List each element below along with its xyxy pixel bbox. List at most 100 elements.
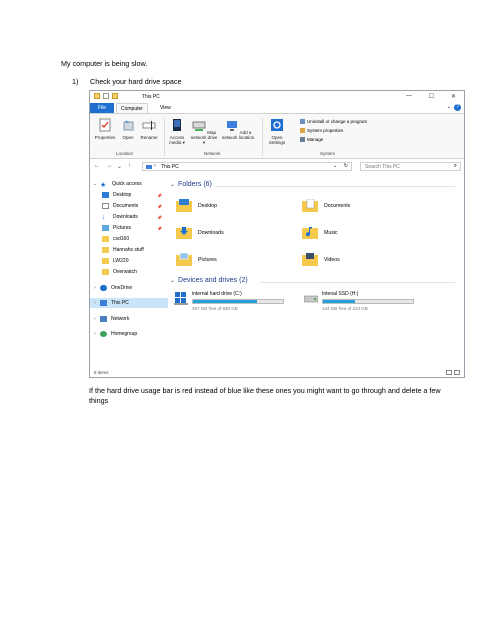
- properties-icon[interactable]: [103, 93, 109, 99]
- pin-icon[interactable]: 📌: [157, 226, 162, 231]
- close-button[interactable]: ✕: [451, 93, 456, 100]
- sidebar-item-homegroup[interactable]: › Homegroup: [90, 329, 168, 339]
- folder-tile-documents[interactable]: Documents: [302, 199, 350, 212]
- sidebar-item-csd160[interactable]: csd160: [90, 234, 168, 244]
- tab-file[interactable]: File: [90, 103, 114, 113]
- folder-tile-downloads[interactable]: Downloads: [176, 226, 224, 239]
- pin-icon[interactable]: 📌: [157, 215, 162, 220]
- gear-icon: [271, 119, 283, 131]
- footer-text: If the hard drive usage bar is red inste…: [89, 386, 441, 405]
- sidebar-item-network[interactable]: › Network: [90, 314, 168, 324]
- computer-icon: [100, 300, 107, 306]
- network-icon: [100, 316, 107, 322]
- desktop-folder-icon: [176, 199, 192, 212]
- chevron-right-icon[interactable]: ›: [90, 316, 100, 322]
- music-folder-icon: [302, 227, 318, 239]
- section-divider: [215, 186, 455, 187]
- sidebar-item-desktop[interactable]: Desktop 📌: [90, 190, 168, 200]
- chevron-right-icon[interactable]: ›: [90, 285, 100, 291]
- folder-tile-pictures[interactable]: Pictures: [176, 253, 217, 266]
- group-label-location: Location: [116, 151, 134, 156]
- sidebar-item-this-pc[interactable]: › This PC: [90, 298, 168, 308]
- chevron-down-icon[interactable]: ⌄: [90, 181, 100, 187]
- documents-folder-icon: [302, 199, 318, 212]
- chevron-down-icon: ⌄: [170, 278, 176, 284]
- intro-text: My computer is being slow.: [61, 59, 148, 68]
- pin-icon[interactable]: 📌: [157, 204, 162, 209]
- forward-arrow-icon[interactable]: →: [106, 163, 112, 169]
- tab-view[interactable]: View: [156, 103, 175, 113]
- drive-free-space: 267 GB free of 930 GB: [192, 306, 238, 311]
- drive-name: internal hard drive (C:): [192, 291, 242, 297]
- new-folder-icon[interactable]: [112, 93, 118, 99]
- uninstall-program-button[interactable]: Uninstall or change a program: [300, 119, 367, 124]
- chevron-down-icon[interactable]: ⌄: [333, 163, 337, 169]
- manage-button[interactable]: Manage: [300, 137, 323, 142]
- drive-tile-c[interactable]: internal hard drive (C:) 267 GB free of …: [174, 291, 284, 311]
- sidebar-item-overwatch[interactable]: Overwatch: [90, 267, 168, 277]
- videos-folder-icon: [302, 253, 318, 266]
- large-icons-view-icon[interactable]: [454, 370, 460, 375]
- pin-icon[interactable]: 📌: [157, 193, 162, 198]
- tab-computer[interactable]: Computer: [116, 103, 148, 113]
- folder-tile-videos[interactable]: Videos: [302, 253, 340, 266]
- pictures-icon: [102, 225, 109, 231]
- title-bar: This PC — ☐ ✕: [90, 91, 464, 103]
- ribbon-divider: [262, 118, 263, 156]
- drive-tile-h[interactable]: Intenal SSD (H:) 144 GB free of 223 GB: [304, 291, 414, 311]
- up-arrow-icon[interactable]: ↑: [128, 163, 131, 169]
- open-settings-button[interactable]: Open Settings: [264, 118, 290, 145]
- windows-drive-icon: [174, 292, 188, 305]
- status-bar-text: 8 items: [94, 370, 109, 375]
- folder-icon: [102, 269, 109, 275]
- drive-name: Intenal SSD (H:): [322, 291, 359, 297]
- maximize-button[interactable]: ☐: [429, 93, 434, 100]
- search-icon: ⌕: [453, 163, 457, 169]
- folder-icon[interactable]: [94, 93, 100, 99]
- rename-icon: [142, 121, 156, 130]
- help-icon[interactable]: ?: [454, 104, 461, 111]
- sidebar-item-hannahs-stuff[interactable]: Hannahs stuff: [90, 245, 168, 255]
- properties-button[interactable]: Properties: [92, 118, 118, 140]
- manage-icon: [300, 137, 305, 142]
- folder-tile-music[interactable]: Music: [302, 226, 338, 239]
- ribbon: Properties Open Rename Location Access m…: [90, 113, 464, 159]
- media-icon: [173, 119, 181, 131]
- drive-usage-bar: [322, 299, 414, 304]
- open-icon: [123, 120, 134, 131]
- system-properties-button[interactable]: System properties: [300, 128, 343, 133]
- address-bar-row: ← → ⌄ ↑ › This PC ⌄ ↻ Search This PC ⌕: [90, 161, 464, 173]
- downloads-folder-icon: [176, 227, 192, 239]
- chevron-down-icon[interactable]: ⌄: [447, 104, 451, 110]
- address-bar[interactable]: › This PC ⌄ ↻: [142, 162, 352, 171]
- details-view-icon[interactable]: [446, 370, 452, 375]
- devices-section-header[interactable]: ⌄ Devices and drives (2): [170, 277, 248, 284]
- minimize-button[interactable]: —: [406, 93, 412, 99]
- rename-button[interactable]: Rename: [138, 118, 160, 140]
- refresh-icon[interactable]: ↻: [344, 163, 348, 169]
- folder-tile-desktop[interactable]: Desktop: [176, 199, 217, 212]
- folders-section-header[interactable]: ⌄ Folders (6): [170, 181, 212, 188]
- sidebar-item-onedrive[interactable]: › OneDrive: [90, 283, 168, 293]
- recent-dropdown-icon[interactable]: ⌄: [117, 163, 122, 170]
- sidebar-item-quick-access[interactable]: ⌄ ★ Quick access: [90, 179, 168, 189]
- chevron-right-icon[interactable]: ›: [90, 300, 100, 306]
- star-icon: ★: [100, 182, 107, 189]
- chevron-right-icon[interactable]: ›: [90, 331, 100, 337]
- section-divider: [260, 282, 455, 283]
- access-media-button[interactable]: Access media ▾: [166, 118, 188, 145]
- documents-icon: [102, 203, 109, 209]
- sidebar-item-documents[interactable]: Documents 📌: [90, 201, 168, 211]
- add-network-location-button[interactable]: Add a network location: [220, 118, 256, 140]
- sidebar-item-pictures[interactable]: Pictures 📌: [90, 223, 168, 233]
- sidebar-item-lw220[interactable]: LW220: [90, 256, 168, 266]
- search-input[interactable]: Search This PC ⌕: [360, 162, 461, 171]
- properties-icon: [99, 118, 111, 132]
- drive-usage-bar: [192, 299, 284, 304]
- map-network-drive-button[interactable]: Map network drive ▾: [189, 118, 219, 145]
- view-toggle: [446, 370, 460, 375]
- sidebar-item-downloads[interactable]: ↓ Downloads 📌: [90, 212, 168, 222]
- step-item: 1) Check your hard drive space: [72, 77, 182, 87]
- open-button[interactable]: Open: [120, 118, 136, 140]
- back-arrow-icon[interactable]: ←: [94, 163, 100, 169]
